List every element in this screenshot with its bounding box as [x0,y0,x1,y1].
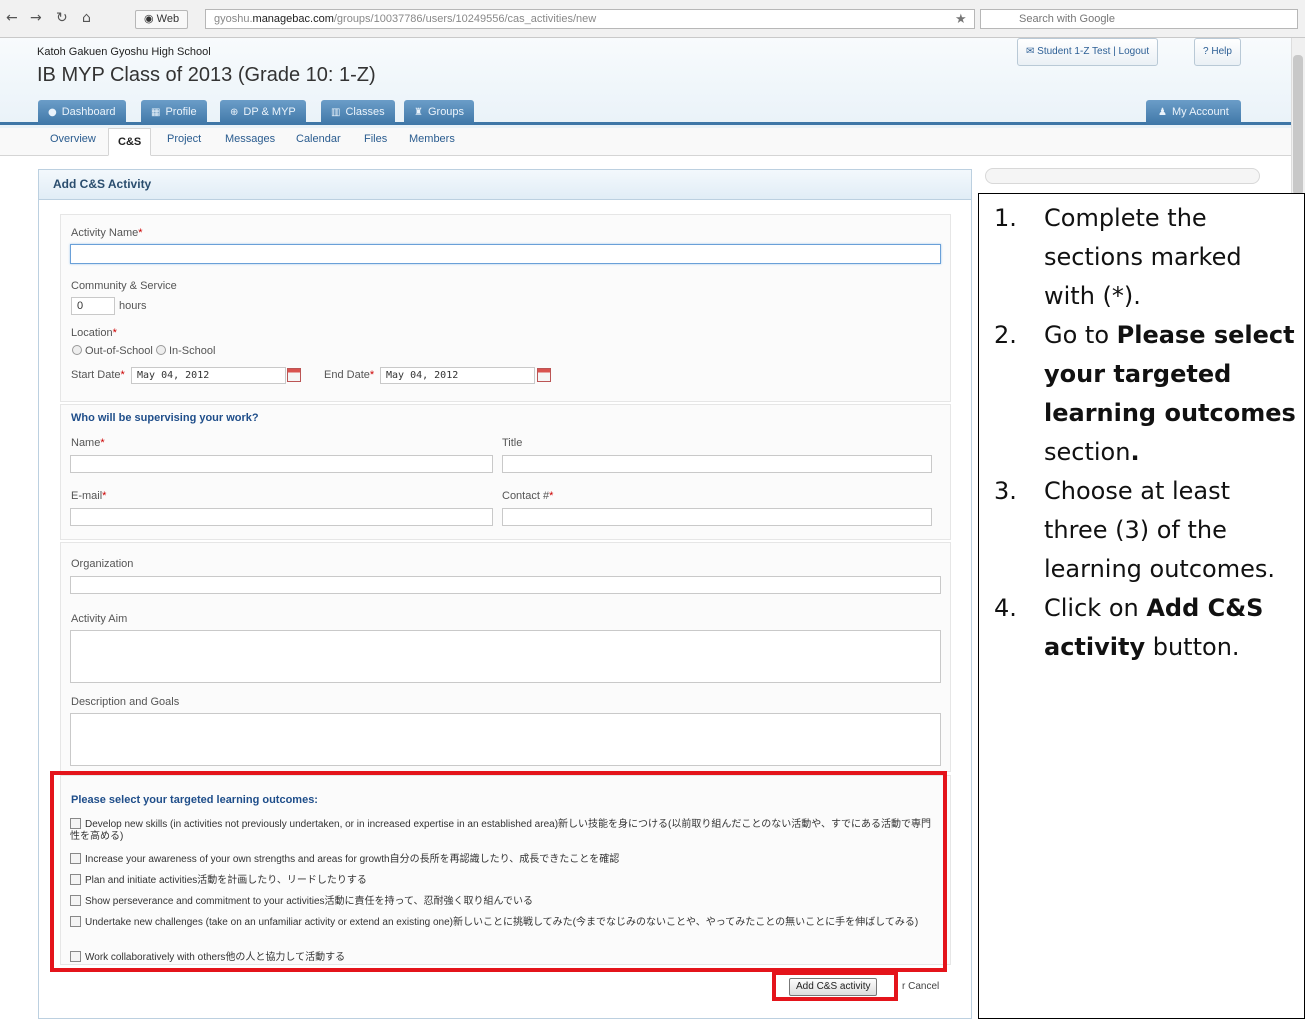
radio-icon [72,345,82,355]
page-title: IB MYP Class of 2013 (Grade 10: 1-Z) [37,64,376,86]
step-text: section [1044,438,1131,466]
step-number: 3. [994,477,1017,505]
step-number: 2. [994,321,1017,349]
step-text: button. [1145,633,1240,661]
calendar-icon[interactable] [287,368,301,382]
globe-icon: ⊕ [230,107,239,118]
name-label: Name* [71,437,105,449]
tab-profile[interactable]: ▦ Profile [141,100,207,125]
organization-input[interactable] [70,576,941,594]
bookmark-star-icon[interactable]: ★ [955,11,967,27]
instruction-box: 1. Complete the sections marked with (*).… [978,193,1305,1019]
supervisor-email-input[interactable] [70,508,493,526]
back-icon[interactable]: ← [6,10,18,26]
instruction-step: 1. Complete the sections marked with (*). [994,199,1300,316]
dashboard-icon: ● [48,107,57,118]
location-options: Out-of-School In-School [72,345,215,357]
submit-highlight [772,971,898,1001]
step-text: Choose at least three (3) of the learnin… [1044,477,1275,583]
hours-input[interactable]: 0 [71,297,115,315]
tab-classes[interactable]: ▥ Classes [321,100,395,125]
hours-unit: hours [119,300,147,312]
location-label: Location* [71,327,117,339]
supervisor-heading: Who will be supervising your work? [71,412,259,424]
radio-out-of-school[interactable]: Out-of-School [72,345,153,357]
subnav-members[interactable]: Members [409,133,455,145]
email-label: E-mail* [71,490,107,502]
end-date-input[interactable]: May 04, 2012 [380,367,535,384]
aim-label: Activity Aim [71,613,128,625]
contact-label: Contact #* [502,490,554,502]
supervisor-title-input[interactable] [502,455,932,473]
home-icon[interactable]: ⌂ [82,10,91,26]
step-text: Go to [1044,321,1117,349]
user-box: ✉ Student 1-Z Test | Logout [1017,38,1159,66]
start-date-label: Start Date* [71,369,125,381]
calendar-icon[interactable] [537,368,551,382]
instruction-list: 1. Complete the sections marked with (*).… [994,199,1300,667]
end-date-label: End Date* [324,369,375,381]
forward-icon[interactable]: → [30,10,42,26]
subnav-overview[interactable]: Overview [50,133,96,145]
tab-dashboard[interactable]: ● Dashboard [38,100,126,125]
radio-icon [155,345,166,355]
search-input[interactable]: Search with Google [980,9,1298,29]
start-date-input[interactable]: May 04, 2012 [131,367,286,384]
cs-label: Community & Service [71,280,177,292]
subnav-project[interactable]: Project [167,133,201,145]
subnav-files[interactable]: Files [364,133,387,145]
activity-name-label: Activity Name* [71,227,143,239]
description-textarea[interactable] [70,713,941,766]
outcomes-highlight [50,771,947,972]
trophy-icon: ♜ [414,107,423,118]
address-bar[interactable]: gyoshu.managebac.com/groups/10037786/use… [205,9,975,29]
sidebar-box [985,168,1260,184]
help-button[interactable]: ? Help [1194,38,1241,66]
activity-aim-textarea[interactable] [70,630,941,683]
reload-icon[interactable]: ↻ [56,10,68,26]
classes-icon: ▥ [331,107,341,118]
user-link[interactable]: Student 1-Z Test [1037,46,1110,57]
subnav-cs[interactable]: C&S [108,128,152,156]
mail-icon: ✉ [1026,46,1038,57]
separator: | [1113,46,1116,57]
subnav-messages[interactable]: Messages [225,133,275,145]
radio-in-school[interactable]: In-School [155,345,215,357]
description-label: Description and Goals [71,696,180,708]
step-number: 4. [994,594,1017,622]
activity-name-input[interactable] [70,244,941,264]
globe-icon: ◉ [144,13,157,25]
tab-my-account[interactable]: ♟ My Account [1146,100,1241,125]
title-label: Title [502,437,523,449]
instruction-step: 3. Choose at least three (3) of the learn… [994,472,1300,589]
step-text: Complete the sections marked with (*). [1044,204,1242,310]
supervisor-contact-input[interactable] [502,508,932,526]
panel-title: Add C&S Activity [38,169,972,200]
instruction-step: 2. Go to Please select your targeted lear… [994,316,1300,472]
user-icon: ♟ [1158,107,1167,118]
supervisor-name-input[interactable] [70,455,493,473]
scroll-thumb[interactable] [1293,55,1303,195]
logout-link[interactable]: Logout [1119,46,1150,57]
tab-groups[interactable]: ♜ Groups [404,100,475,125]
organization-label: Organization [71,558,134,570]
step-text: . [1130,438,1140,466]
profile-icon: ▦ [151,107,161,118]
step-number: 1. [994,204,1017,232]
cancel-link[interactable]: r Cancel [902,981,939,992]
subnav-calendar[interactable]: Calendar [296,133,341,145]
web-tab[interactable]: ◉ Web [135,10,189,29]
instruction-step: 4. Click on Add C&S activity button. [994,589,1300,667]
school-name: Katoh Gakuen Gyoshu High School [37,46,211,58]
tab-dp-myp[interactable]: ⊕ DP & MYP [220,100,306,125]
step-text: Click on [1044,594,1147,622]
